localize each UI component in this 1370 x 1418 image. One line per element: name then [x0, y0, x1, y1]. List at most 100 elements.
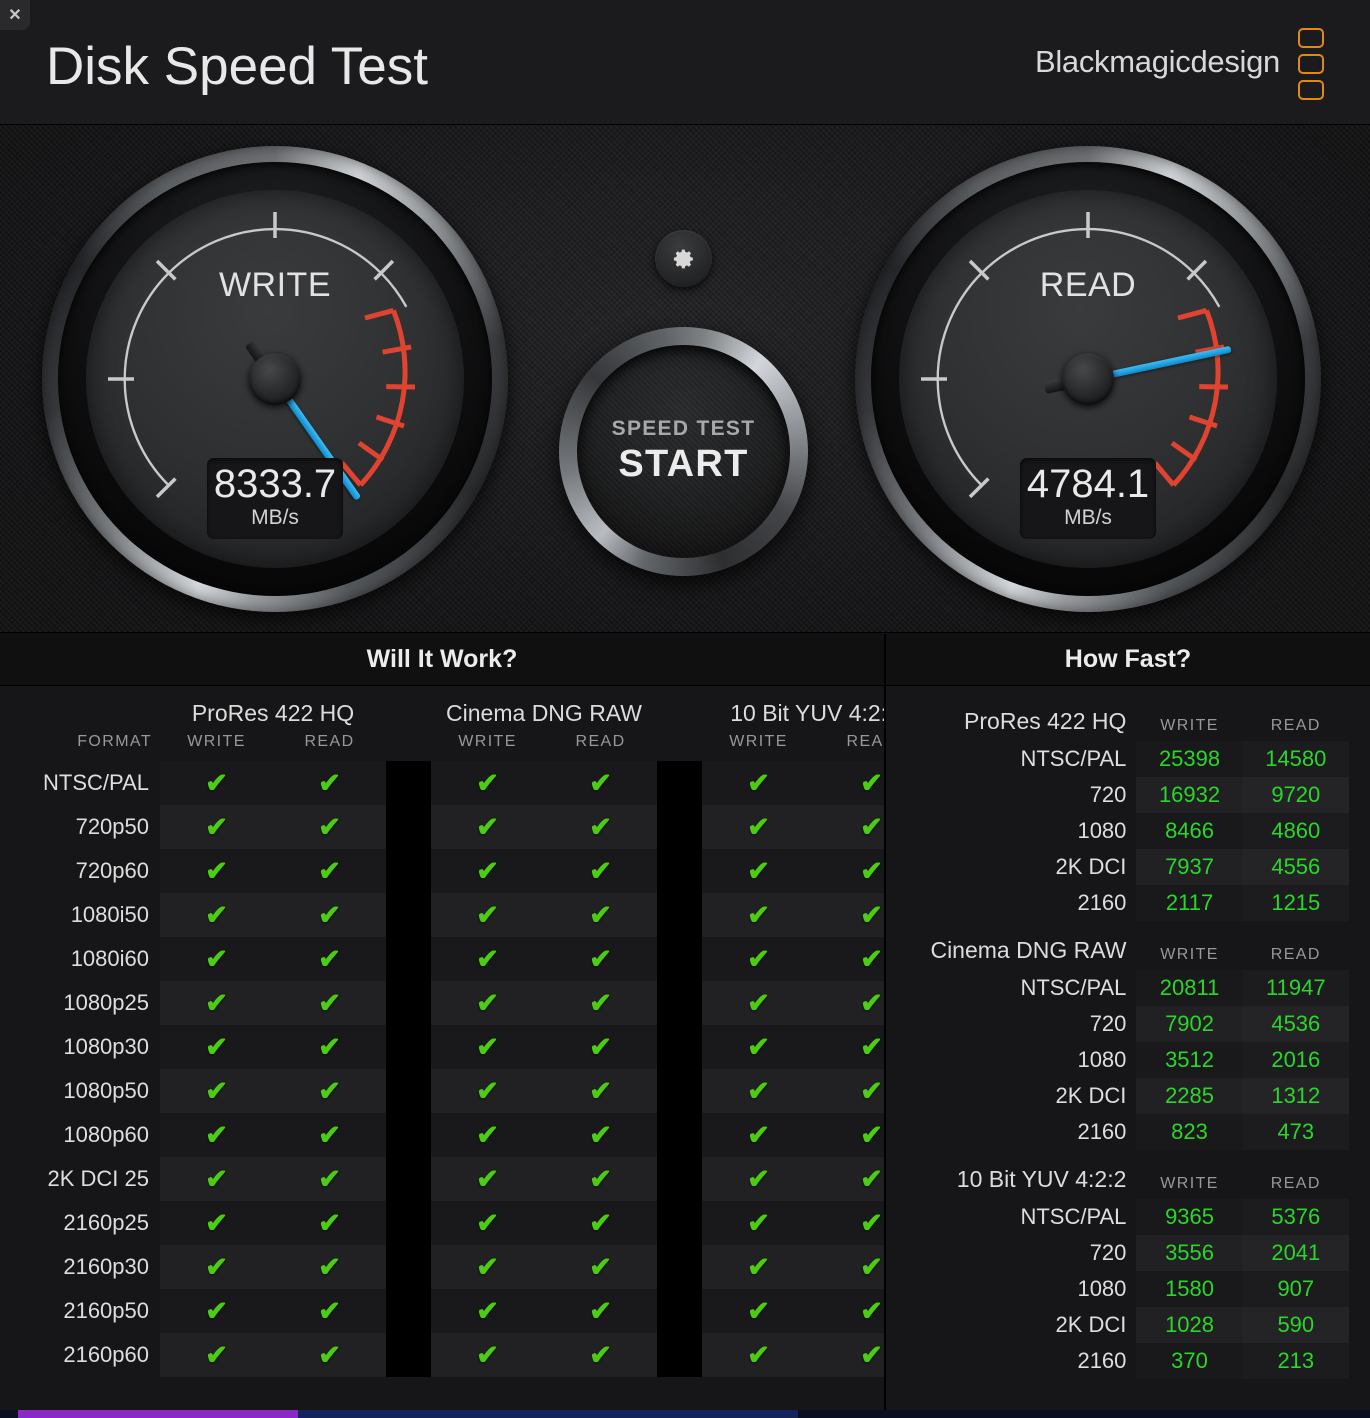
table-row: 2K DCI 7937 4556	[886, 849, 1370, 885]
check-icon: ✔	[476, 1163, 499, 1194]
blackmagic-logo-icon	[1298, 28, 1332, 100]
spacer-cell	[1349, 741, 1370, 777]
check-icon: ✔	[476, 1339, 499, 1370]
table-row: 2160p30 ✔ ✔ ✔ ✔ ✔ ✔	[0, 1245, 929, 1289]
codec-group-name: Cinema DNG RAW	[930, 937, 1127, 963]
read-speed-value: 213	[1242, 1343, 1349, 1379]
check-icon: ✔	[205, 855, 228, 886]
column-divider	[386, 1245, 432, 1289]
column-divider	[657, 1289, 703, 1333]
table-row: NTSC/PAL 25398 14580	[886, 741, 1370, 777]
check-icon: ✔	[747, 811, 770, 842]
how-fast-panel: How Fast? ProRes 422 HQ WRITE READ NTSC/PAL…	[886, 634, 1370, 1418]
compatibility-cell: ✔	[544, 805, 658, 849]
format-label: 1080p50	[63, 1078, 149, 1103]
check-icon: ✔	[476, 987, 499, 1018]
will-it-work-table: ProRes 422 HQ Cinema DNG RAW 10 Bit YUV 4:…	[0, 686, 929, 1377]
compatibility-cell: ✔	[544, 1113, 658, 1157]
read-value: 4784.1	[1026, 462, 1150, 506]
write-unit: MB/s	[251, 506, 299, 530]
resolution-label: 2K DCI	[1055, 854, 1127, 879]
will-it-work-table-wrap: ProRes 422 HQ Cinema DNG RAW 10 Bit YUV 4:…	[0, 686, 929, 1377]
resolution-label: 1080	[1077, 1047, 1127, 1072]
read-speed-value: 5376	[1242, 1199, 1349, 1235]
subheader-read: READ	[1270, 946, 1321, 963]
compatibility-cell: ✔	[544, 1157, 658, 1201]
compatibility-cell: ✔	[160, 1201, 273, 1245]
write-value: 8333.7	[213, 462, 337, 506]
compatibility-cell: ✔	[431, 761, 545, 805]
compatibility-cell: ✔	[544, 761, 658, 805]
compatibility-cell: ✔	[544, 1069, 658, 1113]
read-speed-value: 473	[1242, 1114, 1349, 1150]
write-speed-value: 2117	[1136, 885, 1243, 921]
resolution-label: 720	[1089, 782, 1127, 807]
check-icon: ✔	[589, 767, 612, 798]
settings-button[interactable]	[655, 230, 712, 287]
taskbar-segment-blue	[298, 1410, 798, 1418]
table-row: 720p60 ✔ ✔ ✔ ✔ ✔ ✔	[0, 849, 929, 893]
compatibility-cell: ✔	[544, 937, 658, 981]
write-speed-value: 1028	[1136, 1307, 1243, 1343]
read-speed-value: 907	[1242, 1271, 1349, 1307]
write-speed-value: 20811	[1136, 970, 1243, 1006]
compatibility-cell: ✔	[544, 1333, 658, 1377]
check-icon: ✔	[747, 899, 770, 930]
column-divider	[386, 1025, 432, 1069]
format-label: 2K DCI 25	[47, 1166, 150, 1191]
compatibility-cell: ✔	[431, 937, 545, 981]
check-icon: ✔	[205, 899, 228, 930]
read-speed-value: 2016	[1242, 1042, 1349, 1078]
compatibility-cell: ✔	[702, 1157, 816, 1201]
check-icon: ✔	[860, 767, 883, 798]
table-row: 1080i50 ✔ ✔ ✔ ✔ ✔ ✔	[0, 893, 929, 937]
table-row: 720 3556 2041	[886, 1235, 1370, 1271]
column-divider	[657, 1157, 703, 1201]
compatibility-cell: ✔	[160, 761, 273, 805]
check-icon: ✔	[476, 1119, 499, 1150]
resolution-label: NTSC/PAL	[1020, 746, 1127, 771]
compatibility-cell: ✔	[702, 849, 816, 893]
compatibility-cell: ✔	[702, 1289, 816, 1333]
table-row: 2160p50 ✔ ✔ ✔ ✔ ✔ ✔	[0, 1289, 929, 1333]
check-icon: ✔	[589, 1031, 612, 1062]
spacer-cell	[1349, 1307, 1370, 1343]
how-fast-header: How Fast?	[886, 634, 1370, 686]
column-divider	[657, 937, 703, 981]
subheader-write: WRITE	[1160, 717, 1219, 734]
compatibility-cell: ✔	[273, 1069, 387, 1113]
check-icon: ✔	[589, 1339, 612, 1370]
table-row: NTSC/PAL ✔ ✔ ✔ ✔ ✔ ✔	[0, 761, 929, 805]
check-icon: ✔	[318, 943, 341, 974]
app-header: Disk Speed Test Blackmagicdesign	[0, 0, 1370, 125]
compatibility-cell: ✔	[431, 805, 545, 849]
read-speed-value: 11947	[1242, 970, 1349, 1006]
close-button[interactable]: ✕	[0, 0, 30, 30]
codec-header: Cinema DNG RAW	[446, 700, 642, 726]
how-fast-table-wrap: ProRes 422 HQ WRITE READ NTSC/PAL 25398 14580…	[886, 686, 1370, 1379]
codec-group-header-row: ProRes 422 HQ WRITE READ	[886, 692, 1370, 741]
table-row: 1080p50 ✔ ✔ ✔ ✔ ✔ ✔	[0, 1069, 929, 1113]
check-icon: ✔	[589, 943, 612, 974]
check-icon: ✔	[860, 811, 883, 842]
column-divider	[386, 729, 431, 761]
write-speed-value: 3556	[1136, 1235, 1243, 1271]
speed-test-start-button[interactable]: SPEED TEST START	[559, 327, 808, 576]
spacer-cell	[0, 686, 160, 729]
start-button-label: START	[618, 443, 749, 485]
column-divider	[657, 849, 703, 893]
check-icon: ✔	[476, 811, 499, 842]
subheader-read: READ	[1270, 717, 1321, 734]
spacer-cell	[1349, 970, 1370, 1006]
codec-header-row: ProRes 422 HQ Cinema DNG RAW 10 Bit YUV 4:…	[0, 686, 928, 729]
compatibility-cell: ✔	[431, 981, 545, 1025]
check-icon: ✔	[205, 1163, 228, 1194]
write-speed-value: 370	[1136, 1343, 1243, 1379]
compatibility-cell: ✔	[273, 893, 387, 937]
read-speed-value: 1312	[1242, 1078, 1349, 1114]
format-label: 2160p25	[63, 1210, 149, 1235]
check-icon: ✔	[318, 1251, 341, 1282]
check-icon: ✔	[860, 899, 883, 930]
spacer-cell	[1349, 1343, 1370, 1379]
subheader-read: READ	[575, 733, 626, 750]
